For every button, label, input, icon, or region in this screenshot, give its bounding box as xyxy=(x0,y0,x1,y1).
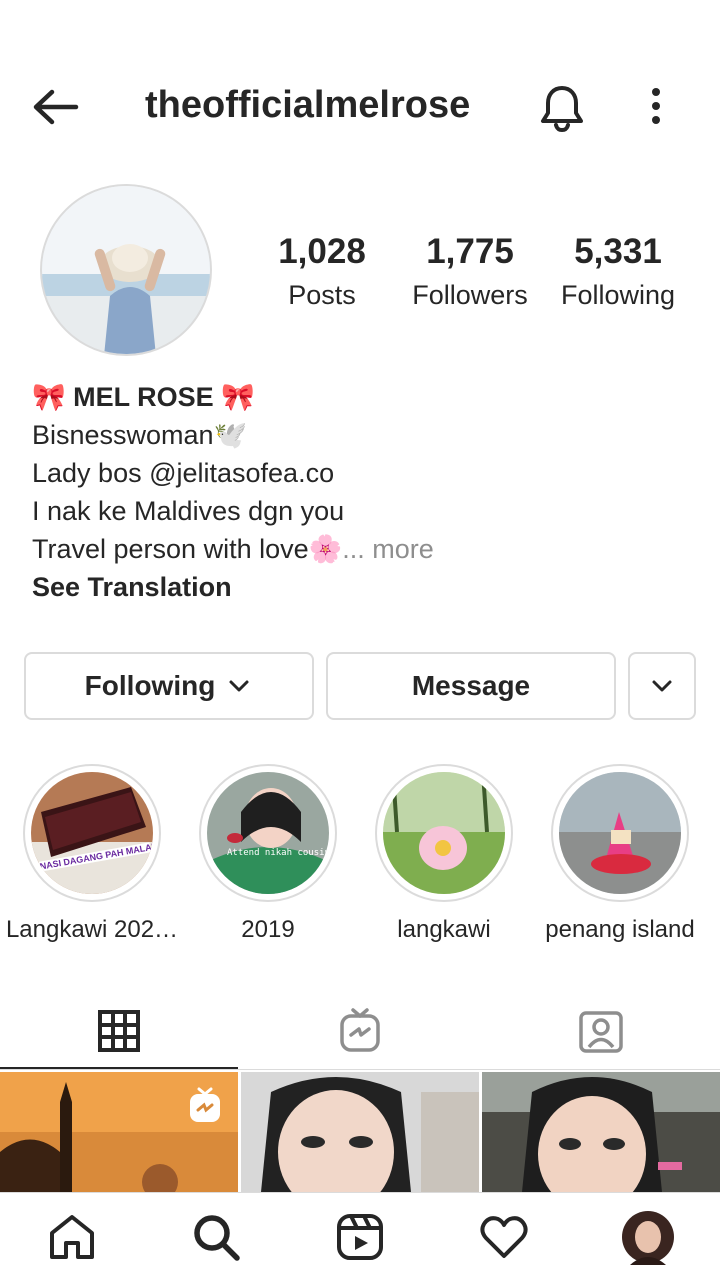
highlight-label: 2019 xyxy=(241,916,295,943)
search-icon xyxy=(194,1215,240,1261)
bio-line: Bisnesswoman🕊️ xyxy=(32,420,248,450)
chevron-down-icon xyxy=(229,680,249,692)
bio-line-text[interactable]: Lady bos @jelitasofea.co xyxy=(32,458,334,488)
highlight-cover xyxy=(559,772,681,894)
top-bar: theofficialmelrose xyxy=(0,60,720,156)
highlight-ring: NASI DAGANG PAH MALAU xyxy=(23,764,161,902)
posts-grid xyxy=(0,1072,720,1192)
posts-stat[interactable]: 1,028 Posts xyxy=(252,232,392,318)
followers-count: 1,775 xyxy=(426,232,514,271)
igtv-badge-icon xyxy=(190,1087,220,1122)
following-button[interactable]: Following xyxy=(24,652,314,720)
chevron-down-icon xyxy=(652,680,672,692)
tab-igtv[interactable] xyxy=(241,992,479,1070)
message-button-label: Message xyxy=(411,670,531,701)
grid-icon xyxy=(98,1010,140,1052)
reels-icon xyxy=(337,1214,383,1260)
posts-label: Posts xyxy=(288,280,356,310)
arrow-left-icon xyxy=(33,89,79,125)
message-button[interactable]: Message xyxy=(326,652,616,720)
bottom-navigation xyxy=(0,1192,720,1280)
see-translation-link[interactable]: See Translation xyxy=(32,568,692,606)
post-thumbnail[interactable] xyxy=(0,1072,238,1192)
igtv-icon xyxy=(340,1008,380,1052)
profile-actions: Following Message xyxy=(24,652,696,720)
following-button-label: Following xyxy=(84,670,216,701)
profile-bio: 🎀 MEL ROSE 🎀 Bisnesswoman🕊️ Lady bos @je… xyxy=(32,378,692,606)
post-thumbnail[interactable] xyxy=(482,1072,720,1192)
tab-tagged[interactable] xyxy=(482,992,720,1070)
highlight-item[interactable]: langkawi xyxy=(356,764,532,944)
bio-more-link[interactable]: ... more xyxy=(342,534,434,564)
story-highlights: NASI DAGANG PAH MALAU Langkawi 202… Atte… xyxy=(0,764,720,944)
nav-reels[interactable] xyxy=(328,1205,392,1269)
tab-divider xyxy=(0,1069,720,1070)
highlight-label: langkawi xyxy=(397,916,491,943)
highlight-ring xyxy=(551,764,689,902)
highlight-item[interactable]: Attend nikah cousin 2019 xyxy=(180,764,356,944)
posts-count: 1,028 xyxy=(278,232,366,271)
nav-profile[interactable] xyxy=(616,1205,680,1269)
highlight-ring xyxy=(375,764,513,902)
display-name: 🎀 MEL ROSE 🎀 xyxy=(32,382,255,412)
highlight-cover xyxy=(383,772,505,894)
home-icon xyxy=(50,1215,94,1259)
highlight-cover: NASI DAGANG PAH MALAU xyxy=(31,772,153,894)
highlight-item[interactable]: NASI DAGANG PAH MALAU Langkawi 202… xyxy=(4,764,180,944)
profile-stats: 1,028 Posts 1,775 Followers 5,331 Follow… xyxy=(0,232,720,322)
suggested-accounts-button[interactable] xyxy=(628,652,696,720)
highlight-label: penang island xyxy=(545,916,695,943)
tab-grid[interactable] xyxy=(0,992,238,1070)
highlight-cover: Attend nikah cousin xyxy=(207,772,329,894)
nav-home[interactable] xyxy=(40,1205,104,1269)
bio-line: I nak ke Maldives dgn you xyxy=(32,496,345,526)
heart-icon xyxy=(480,1216,528,1258)
post-thumbnail[interactable] xyxy=(241,1072,479,1192)
profile-tabs xyxy=(0,992,720,1070)
highlight-label: Langkawi 202… xyxy=(5,916,179,943)
following-count: 5,331 xyxy=(574,232,662,271)
highlight-ring: Attend nikah cousin xyxy=(199,764,337,902)
following-stat[interactable]: 5,331 Following xyxy=(548,232,688,318)
followers-stat[interactable]: 1,775 Followers xyxy=(400,232,540,318)
highlight-caption: Attend nikah cousin xyxy=(227,848,329,858)
nav-search[interactable] xyxy=(184,1205,248,1269)
tagged-user-icon xyxy=(579,1011,623,1053)
bio-line: Lady bos @jelitasofea.co xyxy=(32,454,692,492)
more-vertical-icon xyxy=(652,88,660,124)
notifications-button[interactable] xyxy=(534,80,590,136)
followers-label: Followers xyxy=(412,280,528,310)
bell-icon xyxy=(541,86,583,133)
bio-line: Travel person with love🌸... more xyxy=(32,530,692,568)
profile-avatar-icon xyxy=(622,1211,674,1265)
back-button[interactable] xyxy=(26,82,86,132)
bio-line-text: Travel person with love🌸 xyxy=(32,534,343,564)
nav-activity[interactable] xyxy=(472,1205,536,1269)
highlight-item[interactable]: penang island xyxy=(532,764,708,944)
following-label: Following xyxy=(560,280,676,310)
more-options-button[interactable] xyxy=(636,82,676,138)
profile-username-title: theofficialmelrose xyxy=(145,84,471,126)
